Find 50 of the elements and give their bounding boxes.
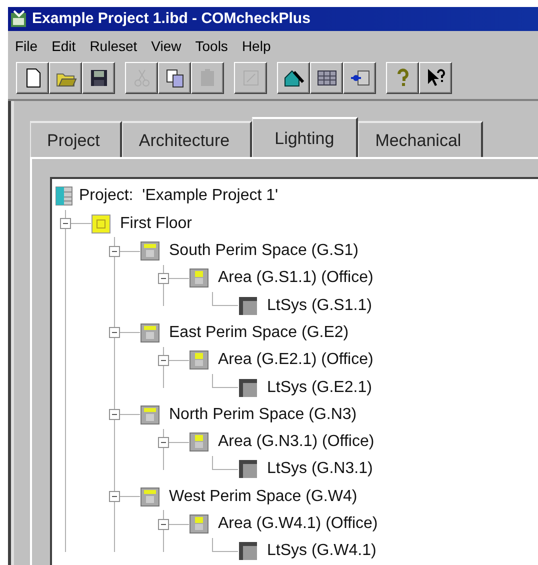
toolbar-button[interactable] — [82, 62, 115, 94]
toolbar-button[interactable] — [343, 62, 376, 94]
tree-expander[interactable] — [108, 409, 120, 420]
tree-item[interactable]: LtSys (G.S1.1) — [267, 296, 372, 315]
app-icon — [10, 10, 28, 28]
tree-expander[interactable] — [158, 518, 168, 530]
tab[interactable]: Mechanical — [358, 120, 484, 157]
menu-item[interactable]: View — [146, 38, 190, 54]
tree-item[interactable]: West Perim Space (G.W4) — [169, 488, 358, 506]
tree-item[interactable]: LtSys (G.E2.1) — [267, 378, 372, 397]
tree-item[interactable]: Area (G.S1.1) (Office) — [218, 269, 374, 288]
tree-item[interactable]: South Perim Space (G.S1) — [169, 242, 358, 260]
menu-item[interactable]: Edit — [46, 38, 85, 54]
toolbar-button[interactable] — [419, 62, 452, 94]
toolbar-button[interactable] — [158, 62, 191, 94]
menu-item[interactable]: File — [10, 38, 47, 54]
toolbar-button[interactable] — [16, 62, 49, 94]
tree-expander[interactable] — [158, 354, 168, 366]
tree-item[interactable]: Area (G.W4.1) (Office) — [218, 515, 378, 534]
tab[interactable]: Architecture — [122, 120, 252, 157]
tree-item[interactable]: East Perim Space (G.E2) — [169, 324, 349, 342]
tree-item[interactable]: Project: 'Example Project 1' — [79, 187, 278, 206]
project-icon — [55, 186, 75, 206]
toolbar-button[interactable] — [277, 62, 310, 94]
tree-item[interactable]: North Perim Space (G.N3) — [169, 406, 357, 424]
light-system-icon — [238, 378, 258, 398]
toolbar-button[interactable] — [310, 62, 343, 94]
floor-icon — [91, 214, 111, 234]
light-system-icon — [238, 296, 258, 316]
tab[interactable]: Lighting — [252, 116, 358, 159]
tree-expander[interactable] — [108, 491, 120, 502]
tab[interactable]: Project — [30, 120, 122, 157]
tree-item[interactable]: Area (G.E2.1) (Office) — [218, 351, 374, 370]
tree-expander[interactable] — [158, 272, 168, 284]
tree-expander[interactable] — [108, 327, 120, 338]
menu-item[interactable]: Help — [236, 38, 280, 54]
window-title: Example Project 1.ibd - COMcheckPlus — [32, 10, 310, 28]
menu-item[interactable]: Tools — [190, 38, 237, 54]
light-system-icon — [238, 541, 258, 562]
tree-expander[interactable] — [108, 246, 120, 257]
menu-item[interactable]: Ruleset — [84, 38, 146, 54]
toolbar-button[interactable] — [49, 62, 82, 94]
toolbar-button[interactable] — [386, 62, 419, 94]
tree-expander[interactable] — [60, 218, 70, 230]
tree-item[interactable]: LtSys (G.N3.1) — [267, 460, 373, 478]
tree-expander[interactable] — [158, 436, 168, 448]
tree-item[interactable]: Area (G.N3.1) (Office) — [218, 433, 374, 452]
tree-item[interactable]: LtSys (G.W4.1) — [267, 542, 376, 560]
tree-item[interactable]: First Floor — [120, 214, 192, 233]
light-system-icon — [238, 459, 258, 480]
